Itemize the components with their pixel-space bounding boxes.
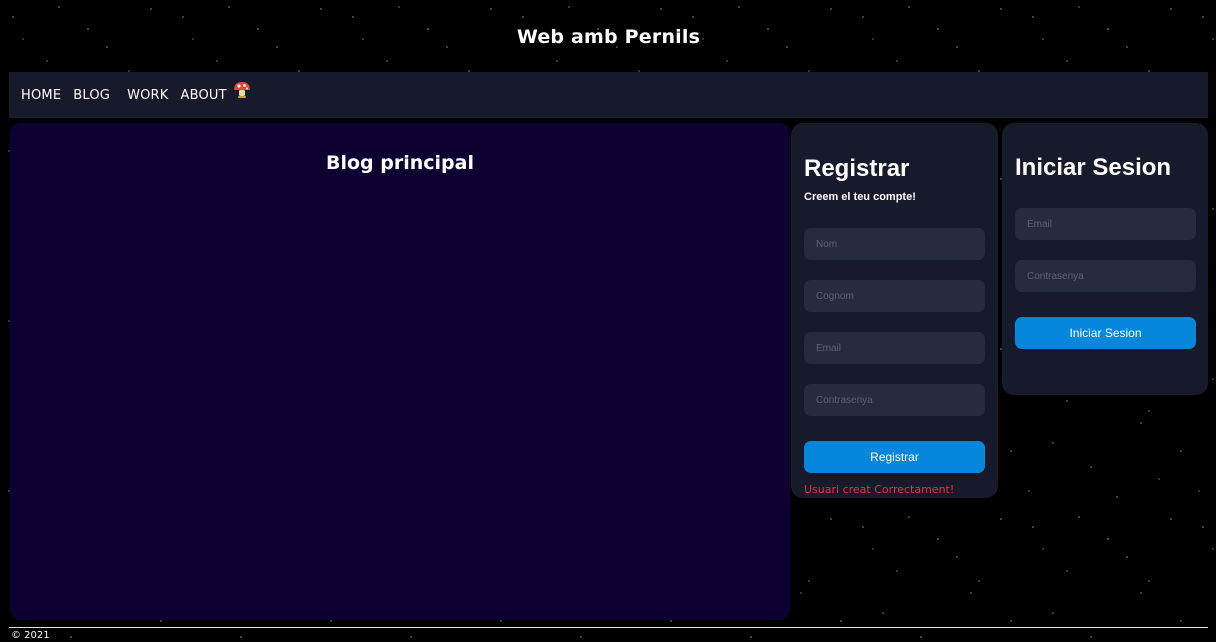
site-header: Web amb Pernils [9, 9, 1208, 72]
register-card: Registrar Creem el teu compte! Registrar… [791, 123, 998, 498]
register-name-field[interactable] [804, 228, 985, 260]
register-status-message: Usuari creat Correctament! [804, 483, 955, 496]
blog-title: Blog principal [326, 152, 474, 174]
site-title: Web amb Pernils [516, 26, 701, 48]
register-surname-field[interactable] [804, 280, 985, 312]
login-password-field[interactable] [1015, 260, 1196, 292]
login-title: Iniciar Sesion [1015, 154, 1172, 181]
nav-work-link[interactable]: WORK [127, 88, 168, 103]
register-password-field[interactable] [804, 384, 985, 416]
login-card: Iniciar Sesion Iniciar Sesion [1002, 123, 1208, 395]
nav-about-link[interactable]: ABOUT [181, 88, 227, 103]
login-button[interactable]: Iniciar Sesion [1015, 317, 1196, 349]
register-title: Registrar [804, 155, 910, 182]
nav-blog-link[interactable]: BLOG [73, 88, 110, 103]
navbar: HOME BLOG WORK ABOUT [9, 72, 1208, 118]
footer-divider [9, 627, 1208, 628]
register-subtitle: Creem el teu compte! [804, 191, 916, 203]
mushroom-icon[interactable] [233, 81, 251, 99]
blog-panel: Blog principal [10, 123, 790, 620]
register-button[interactable]: Registrar [804, 441, 985, 473]
register-email-field[interactable] [804, 332, 985, 364]
footer-copyright: © 2021 [11, 630, 50, 641]
nav-home-link[interactable]: HOME [21, 88, 61, 103]
login-email-field[interactable] [1015, 208, 1196, 240]
